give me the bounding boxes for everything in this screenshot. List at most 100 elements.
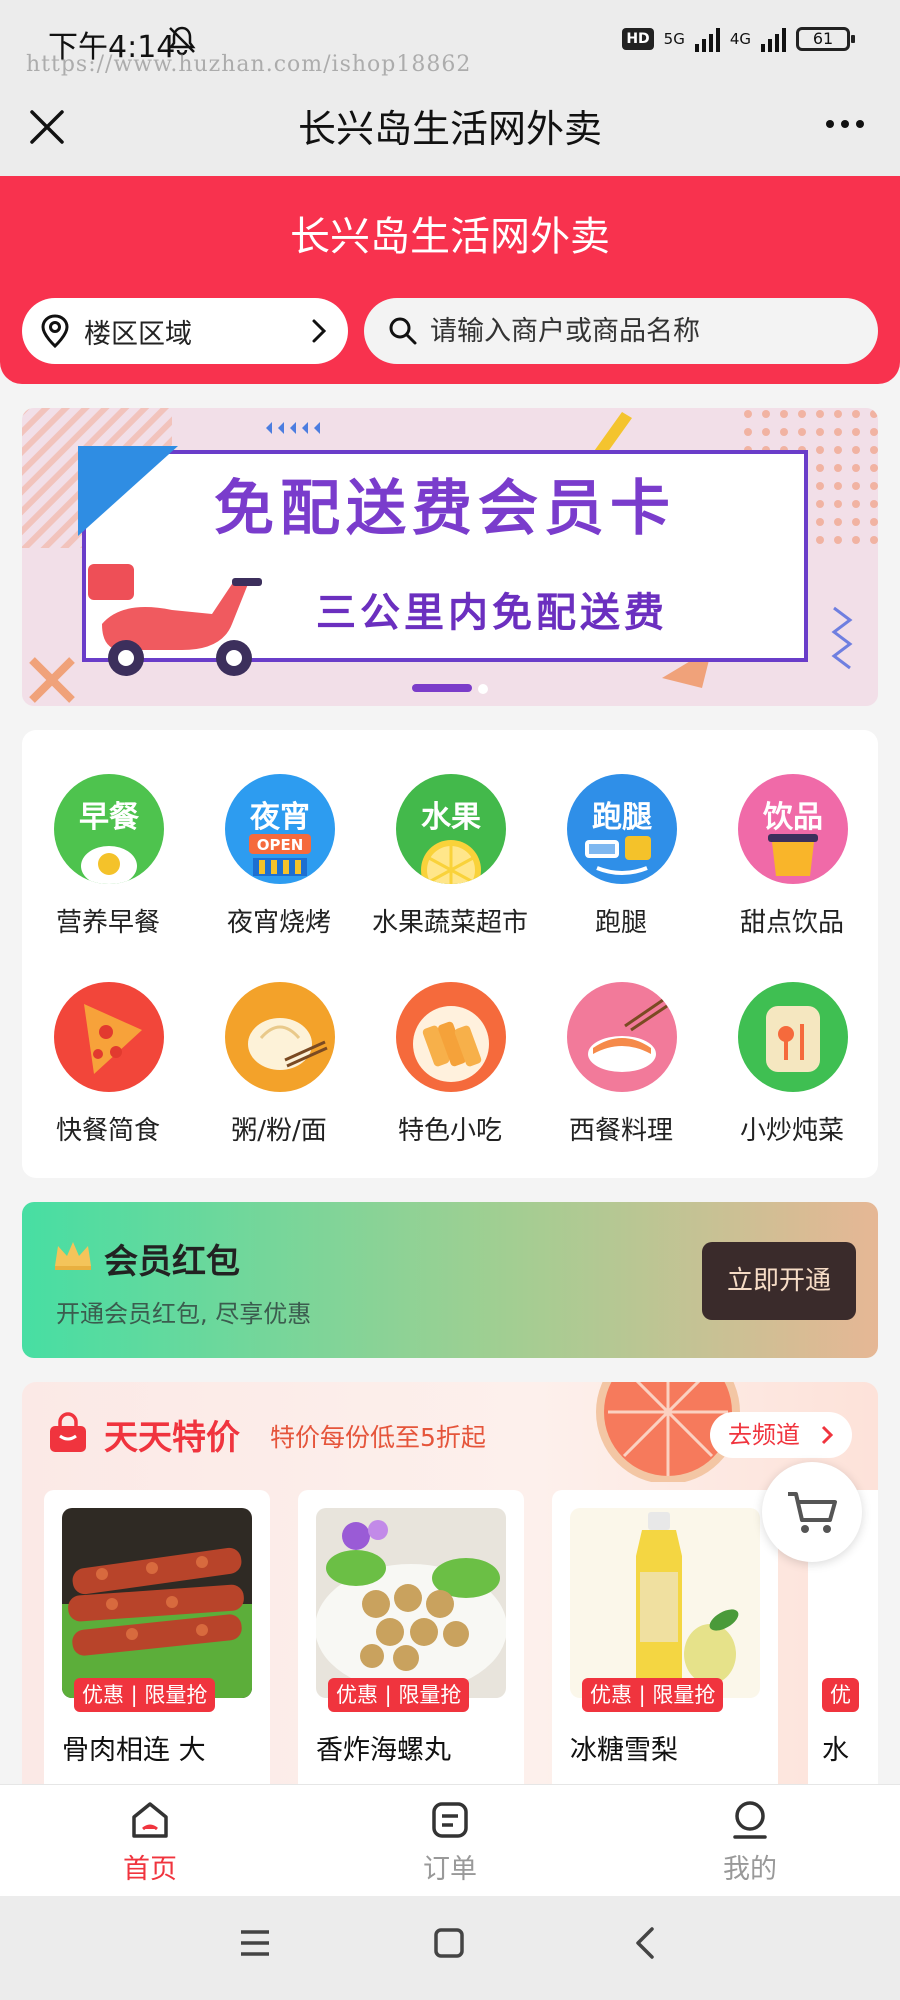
crown-icon	[55, 1242, 91, 1270]
category-noodles[interactable]: 粥/粉/面	[193, 982, 365, 1182]
app-root: 下午4:14 HD 5G 4G 61 https://www.huzhan.co…	[0, 0, 900, 2000]
header-banner: 长兴岛生活网外卖 楼区区域	[0, 176, 900, 384]
category-stir-fry[interactable]: 小炒炖菜	[706, 982, 878, 1182]
system-nav-bar	[0, 1896, 900, 2000]
orders-icon	[432, 1802, 468, 1838]
search-bar[interactable]	[364, 298, 878, 364]
nav-home-label: 首页	[123, 1854, 177, 1885]
network-5g-label: 5G	[663, 29, 685, 48]
product-name: 骨肉相连 大	[62, 1735, 206, 1766]
bun-icon	[225, 982, 335, 1092]
chevron-right-icon	[312, 319, 327, 343]
category-snacks[interactable]: 特色小吃	[364, 982, 536, 1182]
status-indicators: HD 5G 4G 61	[622, 26, 855, 52]
open-membership-button[interactable]: 立即开通	[702, 1242, 856, 1320]
dish-icon	[738, 982, 848, 1092]
promo-tag: 优惠 | 限量抢	[582, 1678, 724, 1712]
category-western[interactable]: 西餐料理	[535, 982, 707, 1182]
promo-banner[interactable]: 免配送费会员卡 三公里内免配送费	[22, 408, 878, 706]
go-channel-label: 去频道	[728, 1421, 800, 1449]
signal-bars-icon	[694, 26, 720, 52]
product-card[interactable]: 优惠 | 限量抢 骨肉相连 大	[44, 1490, 270, 1802]
shopping-bag-icon	[50, 1412, 86, 1452]
signal-bars-icon	[761, 26, 786, 52]
header-title: 长兴岛生活网外卖	[290, 214, 610, 260]
errand-icon: 跑腿	[567, 774, 677, 884]
snack-icon	[396, 982, 506, 1092]
category-fruit[interactable]: 水果 水果蔬菜超市	[364, 774, 536, 974]
nav-home[interactable]: 首页	[60, 1799, 240, 1895]
nav-profile-label: 我的	[723, 1854, 777, 1885]
product-image-snail-balls	[316, 1508, 506, 1698]
promo-tag: 优惠 | 限量抢	[328, 1678, 470, 1712]
category-label: 西餐料理	[568, 1116, 673, 1146]
product-card[interactable]: 优惠 | 限量抢 香炸海螺丸	[298, 1490, 524, 1802]
network-4g-label: 4G	[729, 29, 751, 48]
category-label: 夜宵烧烤	[226, 908, 331, 938]
page-title: 长兴岛生活网外卖	[297, 107, 602, 151]
category-errand[interactable]: 跑腿 跑腿	[535, 774, 707, 974]
promo-tag: 优	[822, 1678, 859, 1712]
more-icon[interactable]	[826, 120, 864, 128]
cart-icon	[788, 1492, 837, 1533]
watermark-url: https://www.huzhan.com/ishop18862	[26, 52, 472, 77]
bottom-nav: 首页 订单 我的	[0, 1784, 900, 1896]
nav-orders-label: 订单	[423, 1854, 477, 1885]
status-bar: 下午4:14 HD 5G 4G 61 https://www.huzhan.co…	[0, 0, 900, 80]
hd-badge: HD	[622, 28, 654, 50]
category-late-night[interactable]: 夜宵 OPEN 夜宵烧烤	[193, 774, 365, 974]
drinks-icon: 饮品	[738, 774, 848, 884]
svg-text:OPEN: OPEN	[257, 836, 304, 854]
home-icon	[132, 1802, 168, 1838]
member-subtitle: 开通会员红包, 尽享优惠	[56, 1300, 312, 1328]
title-bar: 长兴岛生活网外卖	[0, 80, 900, 176]
area-label: 楼区区域	[84, 318, 192, 350]
category-grid: 早餐 营养早餐 夜宵 OPEN 夜宵烧烤 水果 水果蔬菜超市 跑腿 跑腿 饮品 …	[22, 730, 878, 1178]
home-square-icon[interactable]	[432, 1926, 466, 1960]
product-name: 水	[822, 1735, 849, 1766]
category-label: 营养早餐	[55, 908, 160, 938]
go-channel-button[interactable]: 去频道	[710, 1412, 852, 1458]
nav-orders[interactable]: 订单	[360, 1799, 540, 1895]
category-label: 小炒炖菜	[739, 1116, 844, 1146]
banner-dot-indicator	[412, 684, 488, 694]
member-title: 会员红包	[104, 1242, 240, 1282]
scooter-icon	[88, 564, 262, 676]
category-label: 快餐简食	[55, 1116, 160, 1146]
category-label: 跑腿	[594, 908, 647, 938]
member-red-packet-card[interactable]: 会员红包 开通会员红包, 尽享优惠 立即开通	[22, 1202, 878, 1358]
product-name: 香炸海螺丸	[316, 1735, 451, 1766]
profile-icon	[733, 1801, 767, 1839]
product-card[interactable]: 优惠 | 限量抢 冰糖雪梨	[552, 1490, 778, 1802]
special-subtitle: 特价每份低至5折起	[270, 1423, 486, 1452]
nav-profile[interactable]: 我的	[660, 1799, 840, 1895]
pizza-icon	[54, 982, 164, 1092]
menu-icon[interactable]	[238, 1926, 272, 1960]
location-pin-icon	[41, 314, 69, 348]
category-fast-food[interactable]: 快餐简食	[22, 982, 194, 1182]
chevron-right-icon	[821, 1425, 834, 1445]
battery-icon: 61	[796, 27, 855, 51]
search-input[interactable]	[430, 315, 850, 347]
category-label: 特色小吃	[397, 1116, 502, 1146]
category-label: 粥/粉/面	[231, 1116, 327, 1146]
category-drinks[interactable]: 饮品 甜点饮品	[706, 774, 878, 974]
daily-special-section: 天天特价 特价每份低至5折起 去频道 优惠 | 限量抢 骨肉相连 大 优惠 | …	[22, 1382, 878, 1802]
fruit-icon: 水果	[396, 774, 506, 884]
product-name: 冰糖雪梨	[570, 1735, 678, 1766]
category-label: 水果蔬菜超市	[371, 908, 528, 938]
category-breakfast[interactable]: 早餐 营养早餐	[22, 774, 194, 974]
product-image-pear-drink	[570, 1508, 760, 1698]
sushi-icon	[567, 982, 677, 1092]
search-icon	[389, 317, 417, 345]
late-night-icon: 夜宵 OPEN	[225, 774, 335, 884]
back-icon[interactable]	[628, 1926, 662, 1960]
banner-title: 免配送费会员卡	[214, 474, 676, 544]
promo-tag: 优惠 | 限量抢	[74, 1678, 216, 1712]
category-label: 甜点饮品	[739, 908, 844, 938]
product-image-skewers	[62, 1508, 252, 1698]
banner-subtitle: 三公里内免配送费	[316, 590, 668, 636]
area-selector[interactable]: 楼区区域	[22, 298, 348, 364]
cart-button[interactable]	[762, 1462, 862, 1562]
special-title: 天天特价	[104, 1418, 240, 1458]
